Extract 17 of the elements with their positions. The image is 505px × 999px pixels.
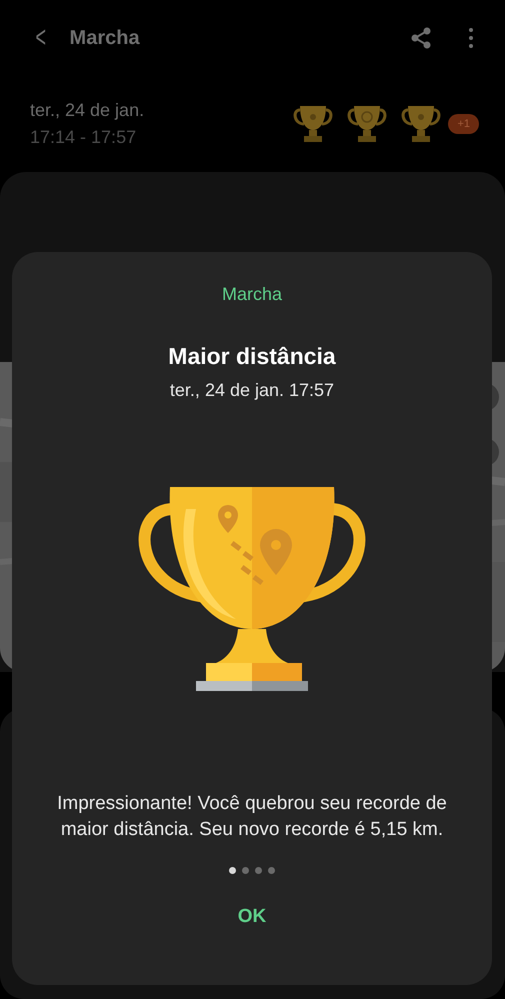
back-button[interactable]: <	[32, 21, 50, 55]
page-dot[interactable]	[242, 867, 249, 874]
page-dot[interactable]	[229, 867, 236, 874]
page-dot[interactable]	[268, 867, 275, 874]
dialog-message: Impressionante! Você quebrou seu recorde de maior distância. Seu novo recorde é 5,15 km.	[56, 792, 448, 842]
screen-title: Marcha	[70, 26, 141, 50]
session-date: ter., 24 de jan.	[30, 100, 146, 121]
dialog-timestamp: ter., 24 de jan. 17:57	[170, 380, 334, 401]
page-dot[interactable]	[255, 867, 262, 874]
dialog-title: Maior distância	[168, 343, 336, 370]
trophy-icon	[346, 104, 388, 144]
ok-button[interactable]: OK	[218, 898, 286, 936]
trophy-icon	[292, 104, 334, 144]
share-icon[interactable]	[409, 26, 433, 50]
dialog-category: Marcha	[222, 284, 282, 305]
session-time: 17:14 - 17:57	[30, 127, 138, 148]
trophy-icon	[400, 104, 442, 144]
